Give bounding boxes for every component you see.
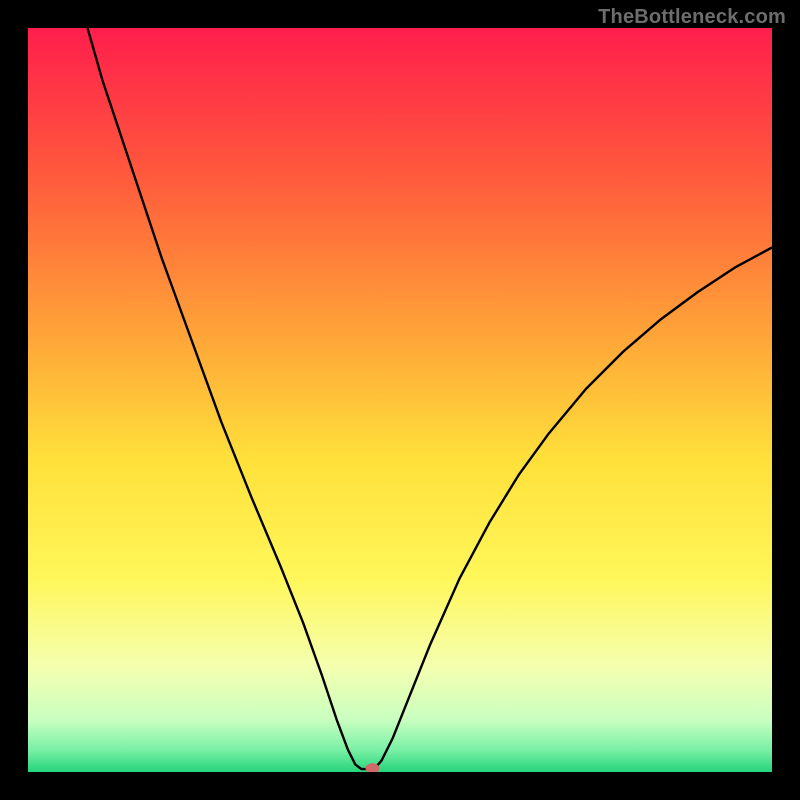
watermark-text: TheBottleneck.com	[598, 6, 786, 29]
plot-area	[28, 28, 772, 772]
chart-svg	[28, 28, 772, 772]
chart-frame: TheBottleneck.com	[0, 0, 800, 800]
gradient-background	[28, 28, 772, 772]
